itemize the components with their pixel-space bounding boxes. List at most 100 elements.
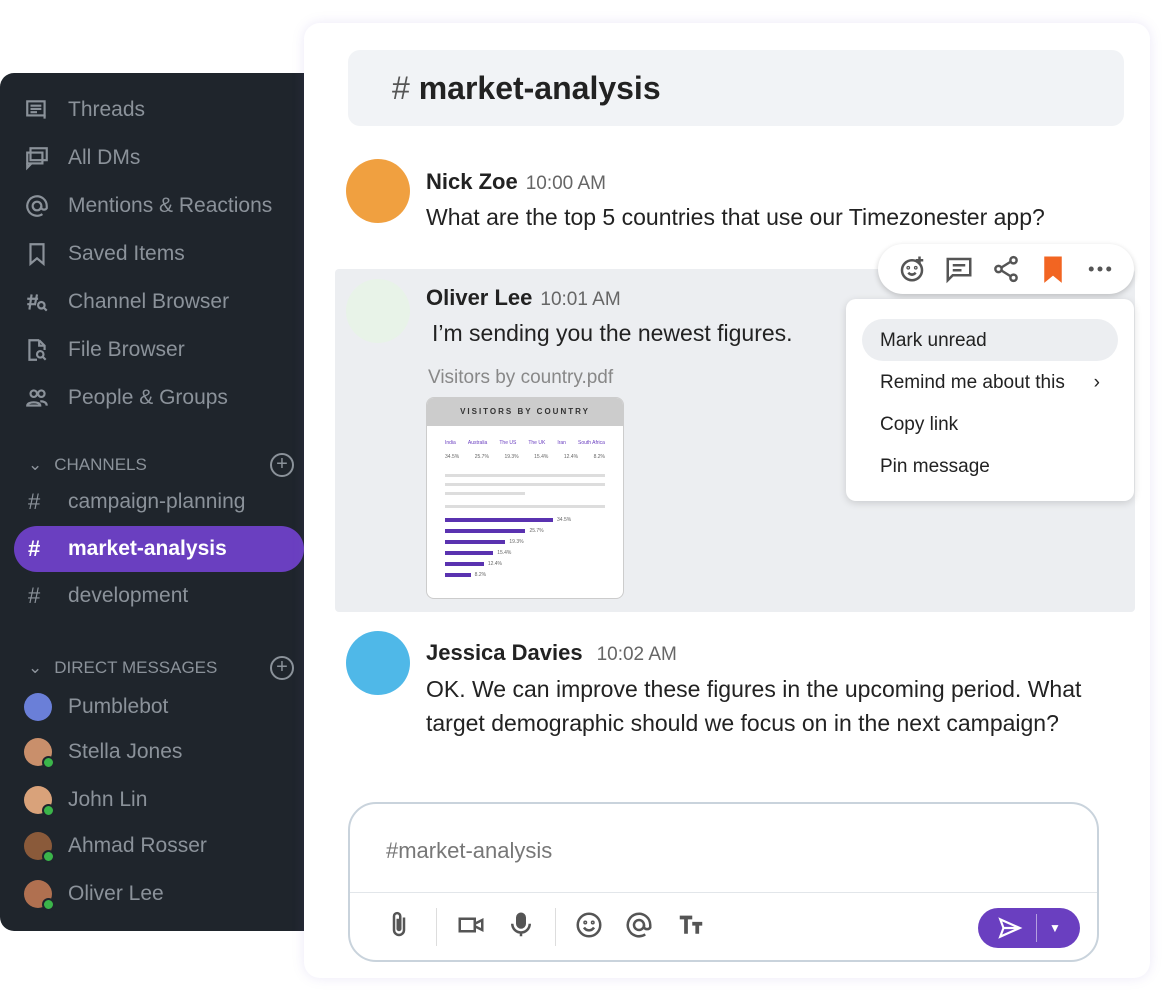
nav-label: All DMs — [68, 146, 141, 169]
bookmark-icon — [29, 243, 45, 267]
attach-icon[interactable] — [384, 910, 414, 940]
section-label: DIRECT MESSAGES — [54, 658, 218, 677]
send-options-chevron-icon[interactable]: ▼ — [1049, 921, 1061, 935]
pdf-value: 34.5% — [445, 454, 460, 460]
pdf-bar-label: 25.7% — [529, 528, 544, 534]
dm-pumblebot[interactable]: Pumblebot — [24, 693, 168, 721]
author: Oliver Lee 10:01 AM — [426, 285, 621, 310]
dm-stella-jones[interactable]: Stella Jones — [24, 738, 182, 769]
channel-header: # market-analysis — [348, 50, 1124, 126]
menu-item-remind[interactable]: Remind me about this › — [862, 361, 1118, 403]
online-indicator — [42, 850, 55, 863]
chevron-down-icon: ⌄ — [28, 658, 43, 677]
pdf-country: The UK — [528, 440, 546, 446]
pdf-bar: 15.4% — [445, 550, 511, 556]
pdf-value: 25.7% — [474, 454, 489, 460]
nav-all-dms[interactable]: All DMs — [24, 145, 140, 171]
pdf-preview[interactable]: VISITORS BY COUNTRY India Australia The US… — [426, 397, 624, 599]
pdf-bar-label: 19.3% — [509, 539, 524, 545]
pdf-value: 19.3% — [504, 454, 519, 460]
menu-item-pin[interactable]: Pin message — [862, 445, 1118, 487]
chevron-right-icon: › — [1093, 372, 1100, 393]
pdf-value: 15.4% — [534, 454, 549, 460]
channel-development[interactable]: # development — [14, 573, 304, 619]
threads-icon — [26, 100, 46, 119]
hash-icon: # — [28, 489, 41, 514]
pdf-country: South Africa — [577, 440, 605, 446]
nav-label: Mentions & Reactions — [68, 194, 273, 217]
nav-mentions[interactable]: Mentions & Reactions — [24, 193, 272, 219]
dms-section[interactable]: ⌄ DIRECT MESSAGES + — [28, 656, 294, 680]
menu-label: Pin message — [880, 456, 990, 477]
nav-people[interactable]: People & Groups — [24, 385, 228, 411]
nav-label: People & Groups — [68, 386, 228, 409]
avatar — [346, 631, 410, 695]
bookmark-icon[interactable] — [1038, 254, 1068, 284]
dm-ahmad-rosser[interactable]: Ahmad Rosser — [24, 832, 207, 863]
microphone-icon[interactable] — [506, 910, 536, 940]
text-format-icon[interactable] — [676, 910, 706, 940]
message-composer[interactable]: #market-analysis ▼ — [348, 802, 1099, 962]
avatar — [24, 832, 55, 863]
more-icon[interactable] — [1085, 254, 1115, 284]
avatar — [24, 786, 55, 817]
chevron-down-icon: ⌄ — [28, 455, 43, 474]
attachment-name[interactable]: Visitors by country.pdf — [428, 367, 613, 389]
avatar — [24, 693, 52, 721]
nav-channel-browser[interactable]: Channel Browser — [24, 289, 229, 315]
pdf-value: 8.2% — [593, 454, 605, 460]
message-context-menu: Mark unread Remind me about this › Copy l… — [846, 299, 1134, 501]
nav-saved[interactable]: Saved Items — [24, 241, 185, 267]
channels-section[interactable]: ⌄ CHANNELS + — [28, 453, 294, 477]
share-icon[interactable] — [991, 254, 1021, 284]
avatar — [24, 738, 55, 769]
message-actions-toolbar — [878, 244, 1134, 294]
pdf-bar-label: 8.2% — [474, 572, 487, 578]
video-icon[interactable] — [456, 910, 486, 940]
add-reaction-icon[interactable] — [897, 254, 927, 284]
nav-label: File Browser — [68, 338, 185, 361]
channel-market-analysis[interactable]: # market-analysis — [14, 526, 304, 572]
add-channel-icon[interactable]: + — [270, 453, 294, 477]
dm-john-lin[interactable]: John Lin — [24, 786, 147, 817]
composer-placeholder[interactable]: #market-analysis — [386, 838, 552, 864]
section-label: CHANNELS — [54, 455, 147, 474]
pdf-country: The US — [499, 440, 517, 446]
dm-oliver-lee[interactable]: Oliver Lee — [24, 880, 164, 911]
dms-icon — [26, 147, 48, 171]
hash-icon: # — [28, 583, 41, 608]
pdf-bar: 34.5% — [445, 517, 571, 523]
menu-item-mark-unread[interactable]: Mark unread — [862, 319, 1118, 361]
channel-search-icon — [27, 294, 48, 312]
timestamp: 10:00 AM — [525, 173, 606, 194]
pdf-country: India — [445, 440, 456, 446]
nav-threads[interactable]: Threads — [24, 97, 145, 123]
nav-file-browser[interactable]: File Browser — [24, 337, 185, 363]
at-icon — [26, 195, 48, 217]
menu-label: Remind me about this — [880, 372, 1065, 393]
channel-campaign-planning[interactable]: # campaign-planning — [14, 479, 304, 525]
send-button[interactable]: ▼ — [978, 908, 1080, 948]
message-text: What are the top 5 countries that use ou… — [426, 204, 1045, 230]
channel-label: development — [68, 584, 189, 607]
message-text: OK. We can improve these figures in the … — [426, 676, 1082, 736]
mention-icon[interactable] — [624, 910, 654, 940]
online-indicator — [42, 756, 55, 769]
add-dm-icon[interactable]: + — [270, 656, 294, 680]
menu-label: Copy link — [880, 414, 959, 435]
message-text: I’m sending you the newest figures. — [432, 320, 793, 346]
pdf-bar: 12.4% — [445, 561, 502, 567]
pdf-bar: 8.2% — [445, 572, 486, 578]
pdf-country: Iran — [557, 440, 566, 446]
author: Jessica Davies 10:02 AM — [426, 640, 677, 665]
avatar — [346, 159, 410, 223]
pdf-country: Australia — [467, 440, 488, 446]
reply-thread-icon[interactable] — [944, 254, 974, 284]
chat-panel: # market-analysis Nick Zoe 10:00 AM What … — [304, 23, 1150, 978]
send-icon — [998, 917, 1023, 939]
dm-label: Oliver Lee — [68, 882, 164, 905]
menu-item-copy-link[interactable]: Copy link — [862, 403, 1118, 445]
sidebar: Threads All DMs Mentions & Reactions Sav… — [0, 73, 318, 931]
emoji-icon[interactable] — [574, 910, 604, 940]
nav-label: Saved Items — [68, 242, 185, 265]
